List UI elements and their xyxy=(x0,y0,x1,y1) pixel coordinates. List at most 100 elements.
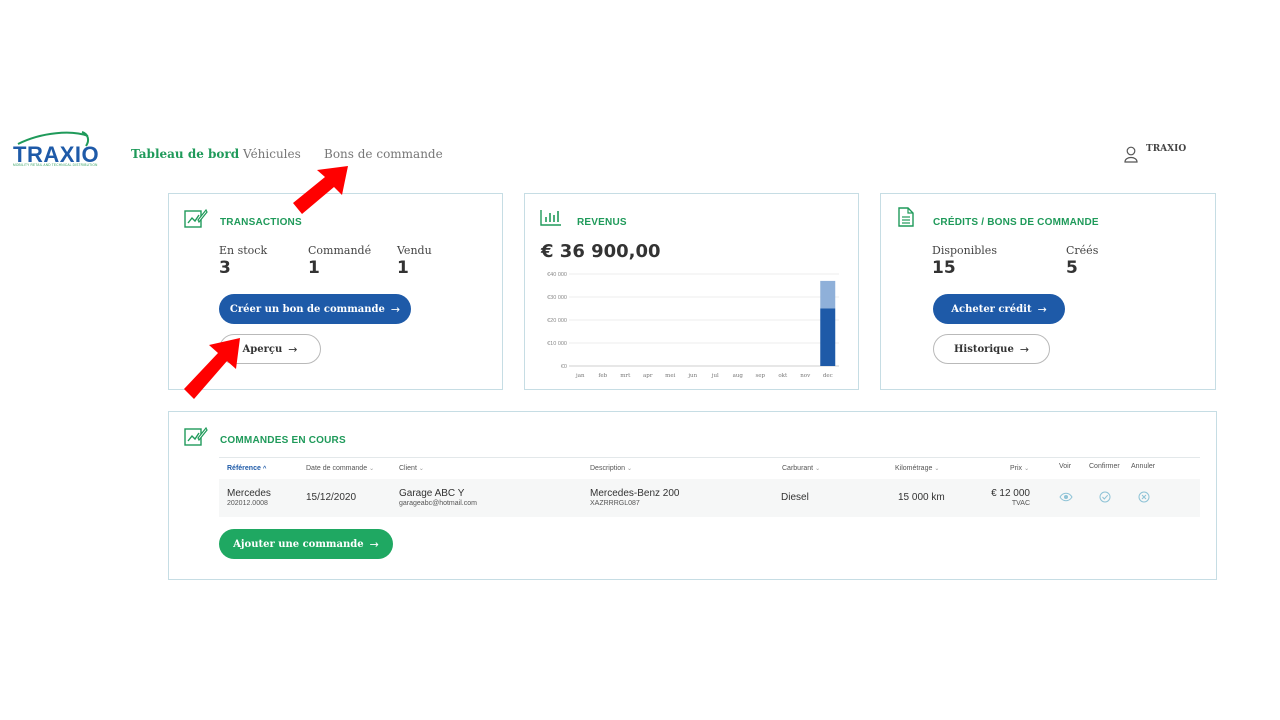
stat-crees: Créés 5 xyxy=(1066,244,1098,278)
x-tick-label: okt xyxy=(778,373,788,379)
stat-disponibles: Disponibles 15 xyxy=(932,244,997,278)
revenue-card: REVENUS € 36 900,00 €0 €10 000 €20 000 €30 … xyxy=(524,193,859,390)
user-name: TRAXIO xyxy=(1146,144,1187,154)
stat-label: Créés xyxy=(1066,244,1099,257)
chart-edit-icon xyxy=(184,208,208,228)
chevron-down-icon: ⌄ xyxy=(627,466,633,472)
col-confirmer: Confirmer xyxy=(1089,463,1120,470)
table-header-divider xyxy=(219,457,1200,458)
cell-date: 15/12/2020 xyxy=(306,492,357,503)
cell-reference: 202012.0008 xyxy=(227,500,268,507)
stat-vendu: Vendu 1 xyxy=(397,244,432,278)
orders-title: COMMANDES EN COURS xyxy=(220,435,346,446)
col-label: Description xyxy=(590,465,626,472)
col-label: Carburant xyxy=(782,465,814,472)
stat-label: Vendu xyxy=(397,244,432,257)
nav-vehicules[interactable]: Véhicules xyxy=(243,147,301,161)
stat-label: Commandé xyxy=(308,244,372,257)
arrow-right-icon: → xyxy=(1019,342,1030,356)
x-tick-label: feb xyxy=(598,373,607,379)
col-voir: Voir xyxy=(1059,463,1072,470)
revenue-chart: €0 €10 000 €20 000 €30 000 €40 000 jan feb mrt a… xyxy=(547,272,839,379)
x-tick-label: jul xyxy=(711,373,719,379)
cell-brand: Mercedes xyxy=(227,488,271,499)
bar-chart-icon xyxy=(540,210,561,226)
revenue-title: REVENUS xyxy=(577,217,627,228)
x-tick-label: mei xyxy=(665,373,675,379)
nav-tableau-de-bord[interactable]: Tableau de bord xyxy=(131,147,239,161)
y-tick-label: €10 000 xyxy=(547,341,567,347)
bar-dec-s1 xyxy=(820,280,836,309)
cell-model: Mercedes-Benz 200 xyxy=(590,488,680,499)
x-tick-label: nov xyxy=(800,373,811,379)
cancel-x-icon[interactable] xyxy=(1138,491,1150,503)
chevron-down-icon: ⌄ xyxy=(418,466,424,472)
history-button[interactable]: Historique → xyxy=(933,334,1050,364)
stat-value: 1 xyxy=(308,258,320,278)
cell-vin: XAZRRRGL087 xyxy=(590,500,640,507)
col-prix[interactable]: Prix ⌄ xyxy=(1010,465,1029,472)
nav-bons-de-commande[interactable]: Bons de commande xyxy=(324,147,443,161)
cell-price: € 12 000 xyxy=(991,488,1030,499)
eye-icon[interactable] xyxy=(1059,492,1073,502)
col-label: Prix xyxy=(1010,465,1023,472)
x-tick-label: aug xyxy=(733,373,744,379)
chart-edit-icon xyxy=(184,426,208,446)
col-annuler: Annuler xyxy=(1131,463,1156,470)
chevron-down-icon: ⌄ xyxy=(934,466,940,472)
logo-tagline: MOBILITY RETAIL AND TECHNICAL DISTRIBUTI… xyxy=(13,163,98,167)
transactions-title: TRANSACTIONS xyxy=(220,217,302,228)
history-label: Historique xyxy=(953,343,1014,355)
create-order-label: Créer un bon de commande xyxy=(229,303,385,315)
add-order-button[interactable]: Ajouter une commande → xyxy=(219,529,393,559)
stat-value: 1 xyxy=(397,258,409,278)
x-tick-label: sep xyxy=(755,373,765,379)
credits-card: CRÉDITS / BONS DE COMMANDE Disponibles 1… xyxy=(880,193,1216,390)
traxio-logo[interactable]: TRAXIO MOBILITY RETAIL AND TECHNICAL DIS… xyxy=(12,130,104,170)
cell-mileage: 15 000 km xyxy=(898,492,945,503)
col-kilometrage[interactable]: Kilométrage ⌄ xyxy=(895,465,939,472)
bar-dec-s0 xyxy=(820,308,836,366)
stat-label: Disponibles xyxy=(932,244,997,257)
col-client[interactable]: Client ⌄ xyxy=(399,465,424,472)
y-tick-label: €20 000 xyxy=(547,318,567,324)
arrow-right-icon: → xyxy=(288,342,298,356)
y-tick-label: €0 xyxy=(561,364,567,370)
cell-price-note: TVAC xyxy=(1011,500,1030,507)
col-description[interactable]: Description ⌄ xyxy=(590,465,632,472)
cell-fuel: Diesel xyxy=(781,492,809,503)
x-tick-label: mrt xyxy=(620,373,631,379)
col-label: Client xyxy=(399,465,417,472)
stat-value: 3 xyxy=(219,258,231,278)
create-order-button[interactable]: Créer un bon de commande → xyxy=(219,294,411,324)
col-label: Date de commande xyxy=(306,465,368,472)
stat-commande: Commandé 1 xyxy=(308,244,371,278)
x-tick-label: dec xyxy=(823,373,833,379)
add-order-label: Ajouter une commande xyxy=(233,538,364,550)
buy-credit-button[interactable]: Acheter crédit → xyxy=(933,294,1065,324)
stat-value: 5 xyxy=(1066,258,1078,278)
col-carburant[interactable]: Carburant ⌄ xyxy=(782,465,820,472)
arrow-right-icon: → xyxy=(1037,302,1047,316)
arrow-right-icon: → xyxy=(369,537,379,551)
cell-client: Garage ABC Y xyxy=(399,488,465,499)
table-row[interactable] xyxy=(219,479,1200,517)
col-label: Kilométrage xyxy=(895,465,933,472)
chevron-down-icon: ⌄ xyxy=(369,466,375,472)
cell-email: garageabc@hotmail.com xyxy=(399,500,477,507)
document-icon xyxy=(898,207,914,227)
buy-credit-label: Acheter crédit xyxy=(951,303,1032,315)
y-tick-label: €30 000 xyxy=(547,295,567,301)
confirm-check-icon[interactable] xyxy=(1099,491,1111,503)
credits-title: CRÉDITS / BONS DE COMMANDE xyxy=(933,217,1099,228)
col-reference[interactable]: Référence ^ xyxy=(227,465,266,472)
chevron-down-icon: ⌄ xyxy=(1024,466,1030,472)
col-label: Référence xyxy=(227,465,261,472)
annotation-arrow-apercu xyxy=(184,338,240,399)
stat-en-stock: En stock 3 xyxy=(219,244,267,278)
stat-label: En stock xyxy=(219,244,268,257)
annotation-arrow-nav xyxy=(293,166,348,214)
apercu-label: Aperçu xyxy=(242,343,283,355)
chevron-down-icon: ⌄ xyxy=(815,466,821,472)
col-date[interactable]: Date de commande ⌄ xyxy=(306,465,374,472)
